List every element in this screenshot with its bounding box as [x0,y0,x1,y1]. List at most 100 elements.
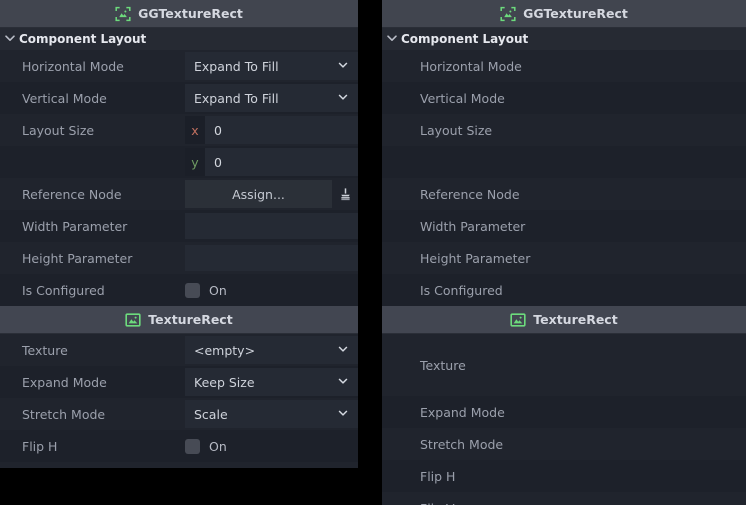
property-label-is-configured: Is Configured [22,282,105,298]
property-row-is-configured: Is ConfiguredOn [382,274,746,306]
property-label-layout-size: Layout Size [22,122,95,138]
assign-control: Assign... [185,180,358,208]
category-label: Component Layout [19,32,147,46]
chevron-down-icon [338,60,350,72]
chevron-down-icon [338,408,350,420]
text-input-width-parameter[interactable] [185,213,358,239]
property-control: On [185,464,358,468]
checkbox-control-is-configured[interactable]: On [185,282,358,298]
property-control: <empty> [185,336,358,364]
node-picker-icon[interactable] [332,180,358,208]
property-label-stretch-mode: Stretch Mode [22,406,106,422]
text-input-height-parameter[interactable] [185,245,358,271]
dropdown-stretch-mode[interactable]: Scale [185,400,358,428]
chevron-down-icon[interactable] [4,32,16,47]
property-control: Assign... [185,180,358,208]
property-row-y: y0 [0,146,358,178]
chevron-down-icon [338,344,350,356]
property-label-flip-h: Flip H [22,438,58,454]
category-component-layout[interactable]: Component Layout [382,28,746,50]
property-label-reference-node: Reference Node [22,186,122,202]
property-row-vertical-mode: Vertical Mode Expand To Fill [0,82,358,114]
property-label-horizontal-mode: Horizontal Mode [420,58,522,74]
category-component-layout[interactable]: Component Layout [0,28,358,50]
vector-field-y[interactable]: y0 [185,148,358,176]
checkbox-flip-h[interactable] [185,438,200,454]
property-label-height-parameter: Height Parameter [420,250,531,266]
subpanel-header-texturerect[interactable]: TextureRect [382,306,746,334]
ggtexturerect-icon [115,6,131,22]
checkbox-is-configured[interactable] [185,282,200,298]
property-row-height-parameter: Height Parameter [382,242,746,274]
property-control: x0 [185,116,358,144]
checkbox-control-flip-h[interactable]: On [185,438,358,454]
checkbox-label: On [209,438,227,454]
assign-button[interactable]: Assign... [185,180,332,208]
dropdown-texture[interactable]: <empty> [185,336,358,364]
property-row-flip-v: Flip VOn [382,492,746,505]
property-row-is-configured: Is Configured On [0,274,358,306]
property-label-width-parameter: Width Parameter [22,218,128,234]
property-label-flip-h: Flip H [420,468,456,484]
dropdown-expand-mode[interactable]: Keep Size [185,368,358,396]
property-row-width-parameter: Width Parameter [0,210,358,242]
property-row-vertical-mode: Vertical ModeAspect Fit [382,82,746,114]
subpanel-header-title: TextureRect [533,312,618,327]
dropdown-value: Expand To Fill [194,90,279,106]
property-row-flip-h: Flip H On [0,430,358,462]
panel-header-right[interactable]: GGTextureRect [382,0,746,28]
texturerect-icon [125,312,141,328]
axis-label-y: y [185,148,205,176]
property-row-stretch-mode: Stretch ModeScale [382,428,746,460]
ggtexturerect-icon [500,6,516,22]
property-control [185,244,358,272]
vector-field-x[interactable]: x0 [185,116,358,144]
property-label-width-parameter: Width Parameter [420,218,526,234]
property-label-expand-mode: Expand Mode [22,374,107,390]
panel-header-left[interactable]: GGTextureRect [0,0,358,28]
panel-header-title: GGTextureRect [523,6,628,21]
property-row-flip-v: Flip VOn [0,462,358,468]
property-control: y0 [185,148,358,176]
property-label-stretch-mode: Stretch Mode [420,436,504,452]
property-control: Scale [185,400,358,428]
property-row-horizontal-mode: Horizontal Mode Expand To Fill [0,50,358,82]
subpanel-header-texturerect[interactable]: TextureRect [0,306,358,334]
panel-header-title: GGTextureRect [138,6,243,21]
dropdown-value: <empty> [194,342,256,358]
property-row-width-parameter: Width Parameter [382,210,746,242]
property-row-horizontal-mode: Horizontal ModeAspect Fit [382,50,746,82]
property-label-expand-mode: Expand Mode [420,404,505,420]
property-label-reference-node: Reference Node [420,186,520,202]
axis-label-x: x [185,116,205,144]
inspector-panel-right: GGTextureRect Component Layout Horizontal … [382,0,746,505]
property-label-flip-v: Flip V [382,501,455,505]
property-row-expand-mode: Expand ModeIgnore Size [382,396,746,428]
dropdown-value: Keep Size [194,374,255,390]
chevron-down-icon[interactable] [386,32,398,47]
inspector-panel-left: GGTextureRect Component Layout Horizontal … [0,0,358,468]
vector-value-x: 0 [214,122,222,138]
property-label-horizontal-mode: Horizontal Mode [22,58,124,74]
category-label: Component Layout [401,32,529,46]
dropdown-horizontal-mode[interactable]: Expand To Fill [185,52,358,80]
property-control: On [185,276,358,304]
inspector-comparison: GGTextureRect Component Layout Horizontal … [0,0,746,505]
property-row-layout-size: Layout Sizex256 [382,114,746,146]
property-row-texture: Texture [382,334,746,396]
property-label-layout-size: Layout Size [420,122,493,138]
property-row-expand-mode: Expand Mode Keep Size [0,366,358,398]
property-control: On [185,432,358,460]
checkbox-label: On [209,282,227,298]
subpanel-header-title: TextureRect [148,312,233,327]
property-row-reference-node: Reference NodeAssign... [382,178,746,210]
chevron-down-icon [338,376,350,388]
dropdown-value: Scale [194,406,228,422]
texturerect-icon [510,312,526,328]
property-row-flip-h: Flip HOn [382,460,746,492]
dropdown-vertical-mode[interactable]: Expand To Fill [185,84,358,112]
property-row-layout-size: Layout Size x 0 [0,114,358,146]
property-label-vertical-mode: Vertical Mode [22,90,107,106]
property-label-texture: Texture [22,342,68,358]
chevron-down-icon [338,92,350,104]
